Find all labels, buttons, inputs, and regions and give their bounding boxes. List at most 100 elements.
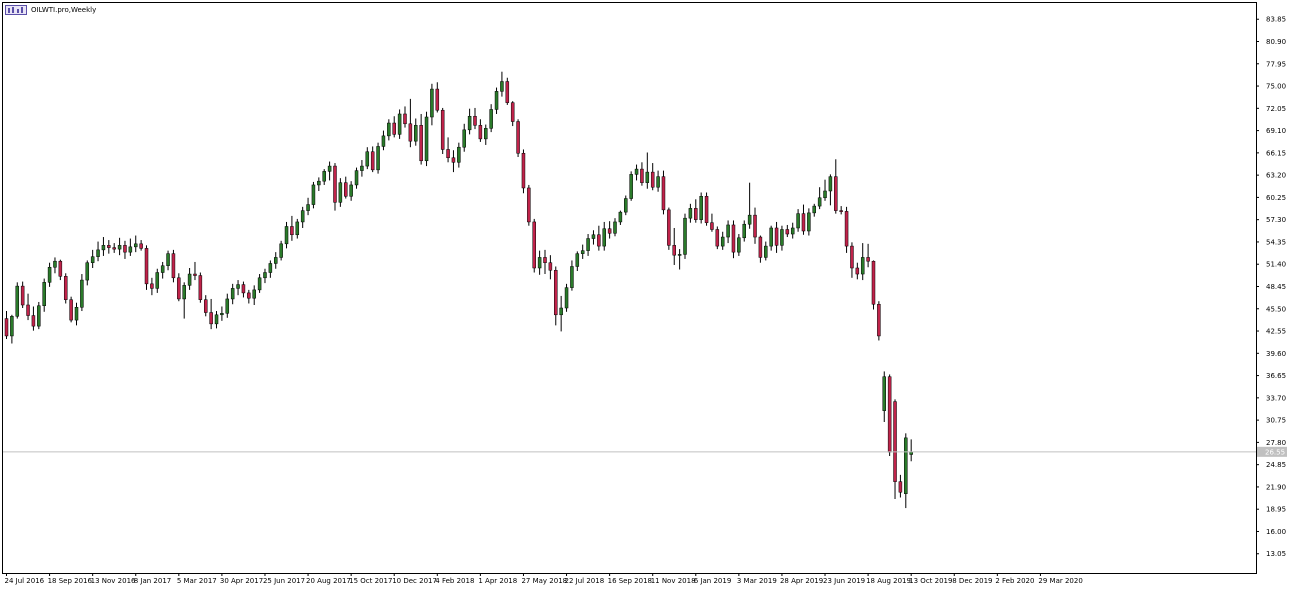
x-tick-label: 3 Mar 2019 xyxy=(737,577,777,585)
y-tick-label: 66.15 xyxy=(1266,149,1286,157)
candle-body xyxy=(403,113,407,125)
candle-body xyxy=(42,282,46,306)
candle-body xyxy=(866,257,870,262)
candle-body xyxy=(155,272,160,289)
candle-body xyxy=(31,315,36,327)
candle-body xyxy=(790,227,795,235)
candle-body xyxy=(860,257,865,275)
y-tick-label: 72.05 xyxy=(1266,105,1286,113)
candle-body xyxy=(4,318,9,337)
candle-body xyxy=(871,260,876,305)
candle-body xyxy=(381,135,386,147)
candle-body xyxy=(710,222,714,230)
candle-body xyxy=(489,109,493,129)
y-tick-label: 21.90 xyxy=(1266,483,1286,491)
candle-body xyxy=(505,81,510,103)
candle-body xyxy=(419,125,423,162)
x-tick-label: 28 Apr 2019 xyxy=(780,577,823,585)
candle-body xyxy=(112,247,116,250)
candle-body xyxy=(715,229,720,247)
candle-body xyxy=(688,208,693,219)
candle-body xyxy=(430,88,434,118)
candle-body xyxy=(327,165,332,172)
y-tick-label: 36.65 xyxy=(1266,372,1286,380)
candle-body xyxy=(726,224,730,238)
candle-body xyxy=(376,146,380,171)
y-tick-label: 75.00 xyxy=(1266,83,1286,91)
candle-body xyxy=(349,184,353,197)
candle-body xyxy=(893,401,897,482)
x-tick-label: 1 Apr 2018 xyxy=(478,577,517,585)
candle-body xyxy=(473,115,477,126)
candle-body xyxy=(516,121,520,154)
candle-body xyxy=(187,273,192,286)
candle-body xyxy=(182,285,186,300)
candle-body xyxy=(828,176,833,192)
x-tick-label: 13 Oct 2019 xyxy=(909,577,952,585)
x-tick-label: 23 Jun 2019 xyxy=(823,577,865,585)
y-tick-label: 69.10 xyxy=(1266,127,1286,135)
candle-body xyxy=(214,314,219,325)
candle-body xyxy=(58,260,63,277)
candle-body xyxy=(807,212,811,232)
candle-body xyxy=(672,245,676,256)
y-tick-label: 57.30 xyxy=(1266,216,1286,224)
candle-body xyxy=(704,196,709,223)
candle-body xyxy=(69,299,73,321)
candle-body xyxy=(263,272,267,279)
candle-body xyxy=(500,81,504,92)
candle-body xyxy=(10,316,14,337)
candle-body xyxy=(344,182,348,197)
candle-body xyxy=(198,275,203,300)
candle-body xyxy=(769,227,773,247)
candle-body xyxy=(812,205,816,214)
candle-body xyxy=(435,88,440,111)
x-tick-label: 18 Aug 2019 xyxy=(866,577,911,585)
candle-body xyxy=(575,253,580,267)
candle-body xyxy=(306,204,310,211)
candle-body xyxy=(139,243,143,249)
candle-body xyxy=(737,237,741,253)
candle-body xyxy=(457,146,461,163)
candle-body xyxy=(333,165,337,203)
candle-body xyxy=(532,221,536,269)
candle-body xyxy=(607,228,612,234)
x-tick-label: 2 Feb 2020 xyxy=(995,577,1034,585)
candle-body xyxy=(694,208,698,220)
y-tick-label: 24.85 xyxy=(1266,461,1286,469)
y-tick-label: 18.95 xyxy=(1266,506,1286,514)
candle-body xyxy=(591,234,596,239)
candle-body xyxy=(785,229,790,235)
y-tick-label: 45.50 xyxy=(1266,305,1286,313)
x-tick-label: 8 Dec 2019 xyxy=(952,577,992,585)
candle-body xyxy=(171,253,176,279)
candle-body xyxy=(543,257,547,263)
x-tick-label: 20 Aug 2017 xyxy=(306,577,351,585)
candle-body xyxy=(667,209,671,246)
candle-body xyxy=(236,284,240,289)
x-tick-label: 24 Jul 2016 xyxy=(5,577,45,585)
candle-body xyxy=(133,243,138,248)
candle-body xyxy=(37,305,41,327)
candle-body xyxy=(564,287,569,309)
y-tick-label: 33.70 xyxy=(1266,394,1286,402)
candle-body xyxy=(257,277,262,291)
candle-body xyxy=(548,262,553,271)
candle-body xyxy=(882,376,887,411)
candle-body xyxy=(554,270,558,316)
x-tick-label: 11 Nov 2018 xyxy=(651,577,696,585)
candle-body xyxy=(107,245,111,248)
candle-body xyxy=(252,289,256,299)
candle-body xyxy=(247,292,251,299)
y-tick-label: 83.85 xyxy=(1266,16,1286,24)
candle-body xyxy=(586,238,590,251)
x-tick-label: 18 Sep 2016 xyxy=(48,577,93,585)
candle-body xyxy=(494,91,499,110)
candle-body xyxy=(274,257,278,264)
candle-body xyxy=(537,257,542,269)
candle-body xyxy=(624,198,628,213)
y-tick-label: 30.75 xyxy=(1266,417,1286,425)
candle-body xyxy=(796,213,800,229)
candle-body xyxy=(20,285,25,306)
candle-body xyxy=(203,299,208,313)
